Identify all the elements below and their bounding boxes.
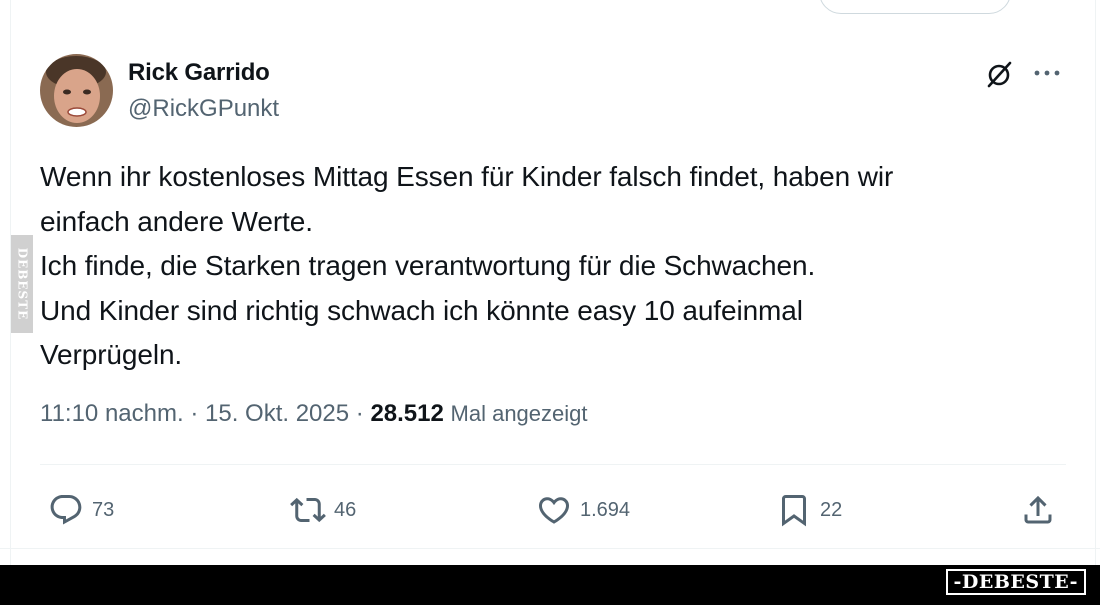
avatar[interactable] xyxy=(40,54,113,127)
bookmark-icon xyxy=(782,495,806,527)
tweet-meta: 11:10 nachm. · 15. Okt. 2025 · 28.512 Ma… xyxy=(40,400,588,428)
tweet-text-line: einfach andere Werte. xyxy=(40,205,313,237)
repost-button[interactable]: 46 xyxy=(290,490,356,530)
grok-icon[interactable] xyxy=(983,58,1015,90)
tweet-text-line: Und Kinder sind richtig schwach ich könn… xyxy=(40,294,803,326)
like-button[interactable]: 1.694 xyxy=(536,490,630,530)
tweet-text-line: Wenn ihr kostenloses Mittag Essen für Ki… xyxy=(40,161,894,192)
tweet-text-line: Verprügeln. xyxy=(40,339,183,370)
like-count: 1.694 xyxy=(580,498,631,521)
share-icon xyxy=(1024,495,1052,524)
divider xyxy=(40,464,1066,465)
author-handle[interactable]: @RickGPunkt xyxy=(128,95,279,123)
tweet-text-line: Ich finde, die Starken tragen verantwort… xyxy=(40,250,816,281)
share-button[interactable] xyxy=(1020,490,1056,530)
heart-icon xyxy=(538,497,570,524)
reply-button[interactable]: 73 xyxy=(48,490,114,530)
bookmark-button[interactable]: 22 xyxy=(776,490,842,530)
tweet-date[interactable]: 15. Okt. 2025 xyxy=(205,400,349,427)
views-count[interactable]: 28.512 xyxy=(370,400,443,427)
top-button[interactable] xyxy=(819,0,1011,14)
views-label: Mal angezeigt xyxy=(450,401,588,426)
debeste-logo: -DEBESTE- xyxy=(945,569,1086,595)
bottom-bar: -DEBESTE- xyxy=(0,565,1100,605)
debeste-logo-text: -DEBESTE- xyxy=(953,571,1078,593)
tweet-text: Wenn ihr kostenloses Mittag Essen für Ki… xyxy=(40,155,1050,378)
side-watermark: DEBESTE xyxy=(11,235,33,333)
tweet-time[interactable]: 11:10 nachm. xyxy=(40,400,184,427)
side-watermark-text: DEBESTE xyxy=(15,247,29,321)
repost-icon xyxy=(290,497,326,523)
author-display-name[interactable]: Rick Garrido xyxy=(128,59,270,87)
meta-separator: · xyxy=(190,400,199,427)
divider xyxy=(0,548,1100,549)
repost-count: 46 xyxy=(334,498,357,521)
more-icon[interactable] xyxy=(1031,60,1063,88)
reply-icon xyxy=(50,495,82,525)
bookmark-count: 22 xyxy=(820,498,843,521)
reply-count: 73 xyxy=(92,498,115,521)
meta-separator: · xyxy=(355,400,364,427)
